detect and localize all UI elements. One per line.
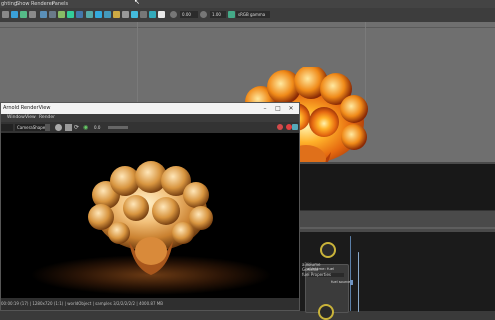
arnold-renderview-window[interactable]: Arnold RenderView – □ ✕ Window View Rend… bbox=[0, 102, 300, 311]
attribute-list: aiVolume General fuel Properties bbox=[302, 262, 331, 277]
lower-panel bbox=[300, 210, 495, 233]
resolution-gate-icon[interactable] bbox=[67, 11, 74, 18]
close-icon[interactable]: ✕ bbox=[285, 104, 297, 113]
stop-render-icon[interactable] bbox=[55, 124, 62, 131]
channel-dropdown[interactable] bbox=[1, 124, 13, 131]
film-gate-icon[interactable] bbox=[58, 11, 65, 18]
panel-toolbar: 0.00 1.00 sRGB gamma bbox=[0, 8, 495, 23]
safe-action-icon[interactable] bbox=[76, 11, 83, 18]
render-icon[interactable] bbox=[65, 124, 72, 131]
camera-dropdown-arrow-icon[interactable] bbox=[45, 124, 50, 131]
snapshot-icon[interactable]: ◉ bbox=[83, 124, 90, 131]
exposure-field[interactable]: 0.00 bbox=[180, 11, 198, 18]
output-node-icon[interactable] bbox=[318, 304, 334, 320]
window-titlebar[interactable]: Arnold RenderView – □ ✕ bbox=[1, 103, 299, 114]
maya-menubar: ghting Show Renderer Panels ↖ bbox=[0, 0, 495, 8]
textured-icon[interactable] bbox=[104, 11, 111, 18]
wireframe-icon[interactable] bbox=[86, 11, 93, 18]
menu-panels[interactable]: Panels bbox=[52, 1, 68, 7]
connection-wire bbox=[350, 236, 351, 311]
lights-icon[interactable] bbox=[113, 11, 120, 18]
bookmark-icon[interactable] bbox=[29, 11, 36, 18]
renderview-menubar: Window View Render bbox=[1, 114, 299, 122]
maximize-icon[interactable]: □ bbox=[272, 104, 284, 113]
cursor-icon: ↖ bbox=[134, 0, 140, 6]
exposure-icon[interactable] bbox=[170, 11, 177, 18]
settings-icon[interactable] bbox=[277, 124, 283, 130]
panel-divider bbox=[300, 227, 495, 229]
exposure-value[interactable]: 0.0 bbox=[94, 124, 106, 131]
refresh-icon[interactable]: ⟳ bbox=[74, 124, 81, 131]
xray-icon[interactable] bbox=[131, 11, 138, 18]
lock-icon[interactable] bbox=[292, 124, 298, 130]
minimize-icon[interactable]: – bbox=[259, 104, 271, 113]
menu-show[interactable]: Show bbox=[16, 1, 30, 7]
connection-wire bbox=[358, 252, 359, 312]
colorspace-dropdown[interactable]: sRGB gamma bbox=[236, 11, 270, 18]
grid-line bbox=[0, 27, 495, 28]
isolate-select-icon[interactable] bbox=[158, 11, 165, 18]
menu-render[interactable]: Render bbox=[39, 115, 55, 120]
select-camera-icon[interactable] bbox=[2, 11, 9, 18]
image-plane-icon[interactable] bbox=[40, 11, 47, 18]
grid-line bbox=[137, 22, 138, 102]
grid-toggle-icon[interactable] bbox=[49, 11, 56, 18]
grid-icon[interactable] bbox=[20, 11, 27, 18]
node-field-label: fuel source bbox=[331, 280, 351, 284]
attr-item[interactable]: fuel Properties bbox=[302, 272, 331, 277]
color-management-icon[interactable] bbox=[228, 11, 235, 18]
gamma-icon[interactable] bbox=[200, 11, 207, 18]
shadows-icon[interactable] bbox=[122, 11, 129, 18]
antialias-icon[interactable] bbox=[149, 11, 156, 18]
render-canvas[interactable] bbox=[1, 133, 299, 298]
rendered-explosion-image bbox=[1, 133, 299, 298]
gamma-field[interactable]: 1.00 bbox=[210, 11, 226, 18]
port-handle[interactable] bbox=[350, 280, 353, 285]
render-status-bar: 00:00:19 (17) | 1280x720 (1:1) | worldOb… bbox=[1, 298, 299, 310]
menu-view[interactable]: View bbox=[25, 115, 36, 120]
camera-dropdown[interactable]: CameraShape bbox=[15, 124, 47, 131]
window-title: Arnold RenderView bbox=[3, 105, 51, 111]
menu-renderer[interactable]: Renderer bbox=[31, 1, 54, 7]
pencil-icon[interactable] bbox=[11, 11, 18, 18]
smooth-shade-icon[interactable] bbox=[95, 11, 102, 18]
exposure-slider[interactable] bbox=[108, 126, 128, 129]
menu-window[interactable]: Window bbox=[7, 115, 25, 120]
menu-lighting[interactable]: ghting bbox=[1, 1, 17, 7]
cube-edge bbox=[300, 162, 495, 164]
volume-node-icon[interactable] bbox=[320, 242, 336, 258]
ambient-occlusion-icon[interactable] bbox=[140, 11, 147, 18]
